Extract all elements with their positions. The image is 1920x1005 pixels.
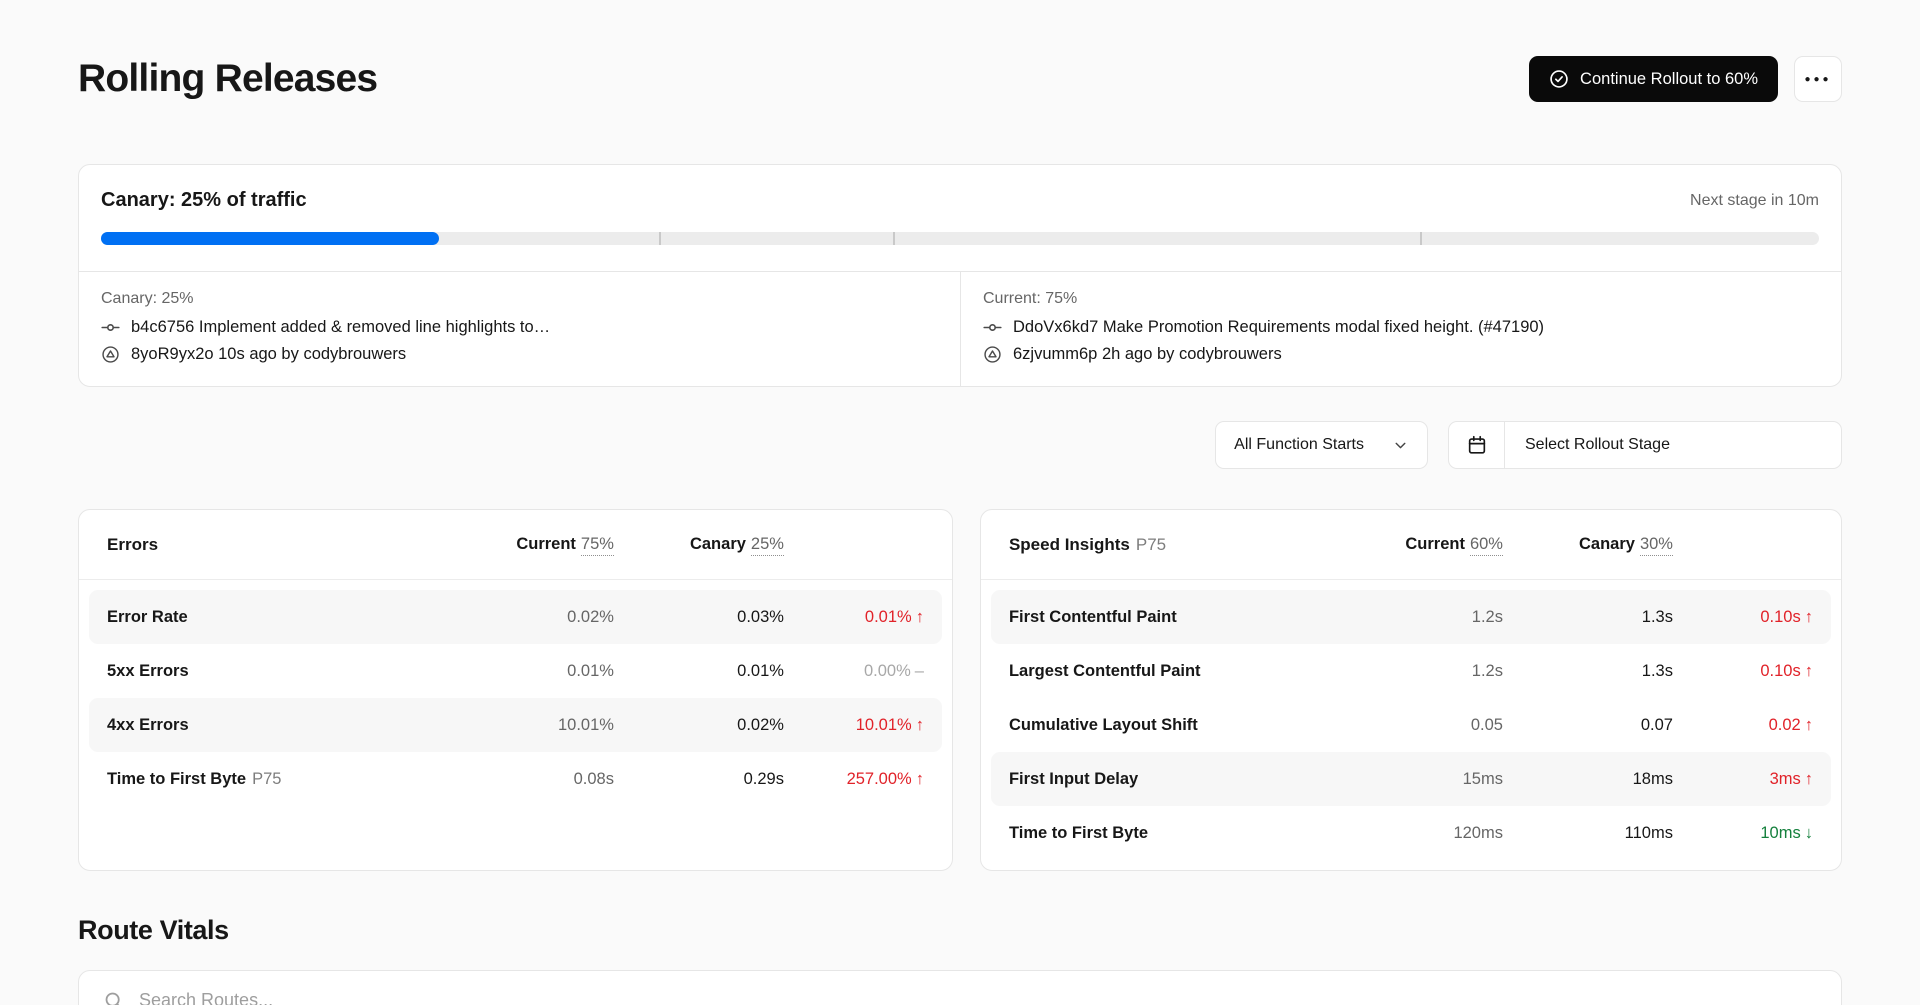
table-row[interactable]: Error Rate 0.02% 0.03% 0.01%↑ [89,590,942,644]
current-commit-text: DdoVx6kd7 Make Promotion Requirements mo… [1013,318,1544,337]
rollout-progress-bar [101,232,1819,245]
more-options-button[interactable]: ●●● [1794,56,1842,102]
git-commit-icon [101,318,120,337]
delta-arrow-icon: ↑ [1805,716,1813,734]
canary-traffic-title: Canary: 25% of traffic [101,189,307,212]
page-header: Rolling Releases Continue Rollout to 60%… [78,56,1842,102]
speed-current-column-header[interactable]: Current60% [1353,535,1503,554]
table-row[interactable]: Largest Contentful Paint 1.2s 1.3s 0.10s… [991,644,1831,698]
current-deployment-row[interactable]: 6zjvumm6p 2h ago by codybrouwers [983,345,1819,364]
continue-rollout-label: Continue Rollout to 60% [1580,70,1758,89]
current-commit-row[interactable]: DdoVx6kd7 Make Promotion Requirements mo… [983,318,1819,337]
delta-arrow-icon: ↑ [916,716,924,734]
chevron-down-icon [1392,437,1409,454]
speed-insights-table-body: First Contentful Paint 1.2s 1.3s 0.10s↑ … [981,580,1841,870]
canary-deployment-row[interactable]: 8yoR9yx2o 10s ago by codybrouwers [101,345,938,364]
continue-rollout-button[interactable]: Continue Rollout to 60% [1529,56,1778,102]
delta-arrow-icon: ↑ [1805,662,1813,680]
speed-insights-card-header: Speed InsightsP75 Current60% Canary30% [981,510,1841,580]
canary-commit-row[interactable]: b4c6756 Implement added & removed line h… [101,318,938,337]
git-commit-icon [983,318,1002,337]
errors-title: Errors [107,535,464,555]
ellipsis-icon: ●●● [1804,74,1831,85]
stage-divider [659,232,661,245]
speed-canary-column-header[interactable]: Canary30% [1503,535,1673,554]
table-row[interactable]: First Input Delay 15ms 18ms 3ms↑ [991,752,1831,806]
current-deployment-text: 6zjvumm6p 2h ago by codybrouwers [1013,345,1282,364]
speed-insights-card: Speed InsightsP75 Current60% Canary30% F… [980,509,1842,871]
canary-deployment-column: Canary: 25% b4c6756 Implement added & re… [79,272,960,386]
table-row[interactable]: Cumulative Layout Shift 0.05 0.07 0.02↑ [991,698,1831,752]
errors-card: Errors Current75% Canary25% Error Rate 0… [78,509,953,871]
next-stage-text: Next stage in 10m [1690,192,1819,210]
function-starts-select[interactable]: All Function Starts [1215,421,1428,469]
routes-search-bar [79,971,1841,1005]
check-circle-icon [1549,69,1569,89]
canary-card-header: Canary: 25% of traffic Next stage in 10m [79,165,1841,232]
speed-insights-title: Speed InsightsP75 [1009,535,1353,555]
header-actions: Continue Rollout to 60% ●●● [1529,56,1842,102]
page-title: Rolling Releases [78,57,377,101]
stage-divider [1420,232,1422,245]
rollout-stage-select[interactable]: Select Rollout Stage [1448,421,1842,469]
delta-arrow-icon: ↑ [1805,608,1813,626]
deployment-icon [983,345,1002,364]
calendar-icon [1449,422,1505,468]
errors-canary-column-header[interactable]: Canary25% [614,535,784,554]
table-row[interactable]: 5xx Errors 0.01% 0.01% 0.00%– [89,644,942,698]
canary-percent-label: Canary: 25% [101,290,938,308]
stage-divider [893,232,895,245]
rolling-releases-page: Rolling Releases Continue Rollout to 60%… [0,56,1920,1005]
route-vitals-title: Route Vitals [78,915,1842,946]
errors-card-header: Errors Current75% Canary25% [79,510,952,580]
table-row[interactable]: First Contentful Paint 1.2s 1.3s 0.10s↑ [991,590,1831,644]
delta-arrow-icon: ↓ [1805,824,1813,842]
canary-deployment-text: 8yoR9yx2o 10s ago by codybrouwers [131,345,406,364]
delta-arrow-icon: ↑ [916,608,924,626]
rollout-progress-fill [101,232,439,245]
function-starts-label: All Function Starts [1234,436,1364,454]
metrics-filters: All Function Starts Select Rollout Stage [78,421,1842,469]
canary-commit-text: b4c6756 Implement added & removed line h… [131,318,550,337]
canary-rollout-card: Canary: 25% of traffic Next stage in 10m… [78,164,1842,387]
errors-table-body: Error Rate 0.02% 0.03% 0.01%↑ 5xx Errors… [79,580,952,816]
errors-current-column-header[interactable]: Current75% [464,535,614,554]
delta-arrow-icon: – [915,662,924,680]
delta-arrow-icon: ↑ [1805,770,1813,788]
metrics-tables: Errors Current75% Canary25% Error Rate 0… [78,509,1842,871]
current-percent-label: Current: 75% [983,290,1819,308]
rollout-stage-label: Select Rollout Stage [1505,422,1690,468]
delta-arrow-icon: ↑ [916,770,924,788]
search-routes-input[interactable] [139,990,1817,1005]
table-row[interactable]: Time to First Byte 120ms 110ms 10ms↓ [991,806,1831,860]
current-deployment-column: Current: 75% DdoVx6kd7 Make Promotion Re… [960,272,1841,386]
deployment-info: Canary: 25% b4c6756 Implement added & re… [79,271,1841,386]
route-vitals-card [78,970,1842,1005]
table-row[interactable]: Time to First ByteP75 0.08s 0.29s 257.00… [89,752,942,806]
table-row[interactable]: 4xx Errors 10.01% 0.02% 10.01%↑ [89,698,942,752]
search-icon [103,990,124,1005]
deployment-icon [101,345,120,364]
